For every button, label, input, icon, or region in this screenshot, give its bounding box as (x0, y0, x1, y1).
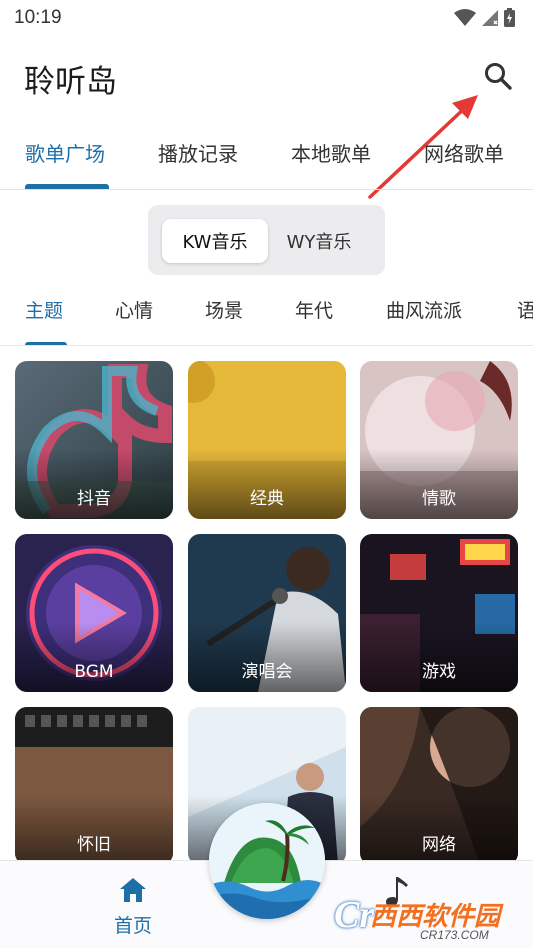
nav-home[interactable]: 首页 (98, 875, 168, 941)
card-label: 情歌 (422, 489, 456, 509)
card-label: BGM (74, 662, 114, 682)
main-tab-indicator (25, 184, 109, 189)
island-logo-icon (209, 803, 325, 919)
tab-play-history[interactable]: 播放记录 (158, 138, 238, 167)
watermark-subtext: CR173.COM (420, 928, 489, 942)
playlist-card-concert[interactable]: 演唱会 (188, 534, 346, 692)
watermark-logo: Cr (334, 894, 375, 936)
playlist-card-internet[interactable]: 网络 (360, 707, 518, 865)
playlist-card-classic[interactable]: 经典 (188, 361, 346, 519)
home-icon (120, 878, 146, 902)
tab-online-playlists[interactable]: 网络歌单 (424, 138, 504, 167)
category-tab-language[interactable]: 语 (517, 296, 533, 323)
source-kw-button[interactable]: KW音乐 (162, 219, 268, 263)
card-label: 怀旧 (77, 835, 111, 855)
battery-icon (504, 8, 515, 27)
playlist-card-nostalgia[interactable]: 怀旧 (15, 707, 173, 865)
playlist-card-love-songs[interactable]: 情歌 (360, 361, 518, 519)
source-switch: KW音乐 WY音乐 (148, 205, 385, 275)
category-tab-bar: 主题 心情 场景 年代 曲风流派 语 (0, 286, 533, 346)
tab-playlist-plaza[interactable]: 歌单广场 (25, 138, 105, 167)
category-tab-mood[interactable]: 心情 (115, 296, 153, 323)
playlist-card-douyin[interactable]: 抖音 (15, 361, 173, 519)
app-title: 聆听岛 (24, 64, 117, 100)
card-label: 经典 (250, 489, 284, 509)
card-label: 游戏 (422, 662, 456, 682)
category-tab-scene[interactable]: 场景 (205, 296, 243, 323)
category-tab-theme[interactable]: 主题 (25, 296, 63, 323)
signal-icon (482, 9, 498, 26)
category-tab-genre[interactable]: 曲风流派 (386, 296, 462, 323)
tab-local-playlists[interactable]: 本地歌单 (291, 138, 371, 167)
category-tab-indicator (25, 342, 67, 345)
search-button[interactable] (478, 56, 518, 96)
search-icon (485, 63, 512, 90)
status-bar: 10:19 (0, 0, 533, 36)
card-label: 抖音 (77, 489, 111, 509)
category-tab-era[interactable]: 年代 (295, 296, 333, 323)
status-time: 10:19 (14, 7, 62, 28)
nav-home-label: 首页 (113, 915, 152, 937)
card-label: 网络 (422, 835, 456, 855)
main-tab-bar: 歌单广场 播放记录 本地歌单 网络歌单 (0, 128, 533, 190)
island-logo-button[interactable] (209, 803, 325, 919)
status-icons (454, 8, 515, 27)
card-label: 演唱会 (241, 662, 293, 682)
wifi-icon (454, 8, 476, 26)
playlist-card-games[interactable]: 游戏 (360, 534, 518, 692)
source-wy-button[interactable]: WY音乐 (266, 219, 372, 263)
playlist-card-bgm[interactable]: BGM (15, 534, 173, 692)
